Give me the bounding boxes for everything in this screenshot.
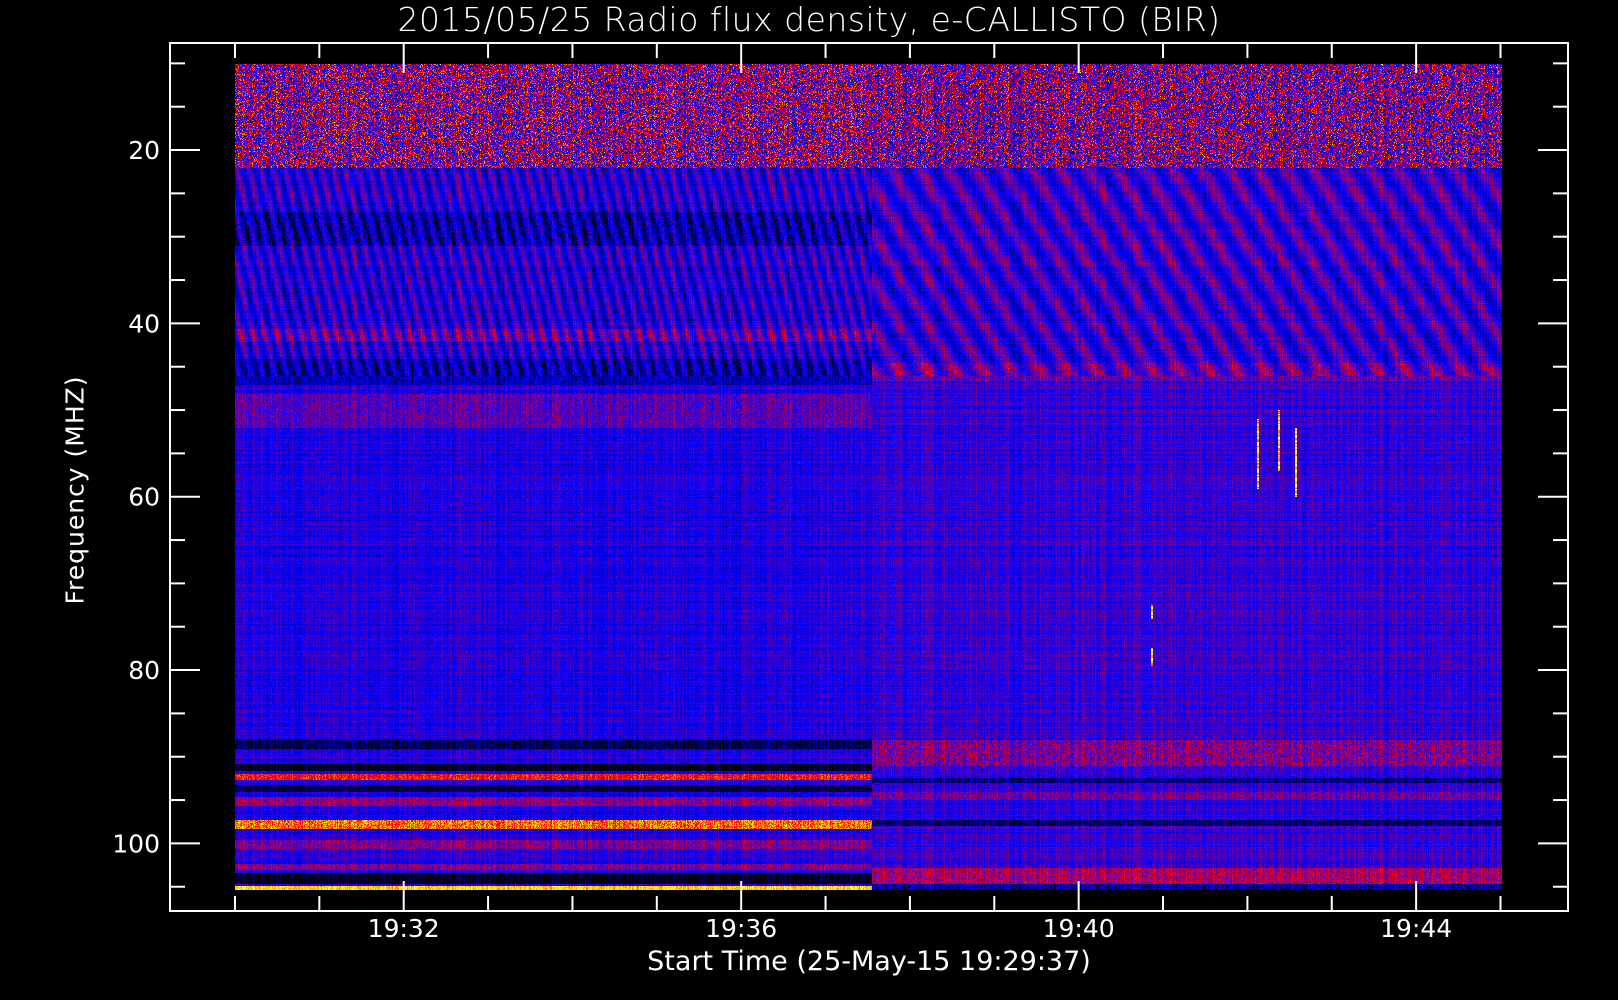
chart-axes: 19:32 19:36 19:40 19:44 20 40 60 80 100: [112, 42, 1569, 943]
x-axis-label: Start Time (25-May-15 19:29:37): [647, 946, 1091, 977]
x-tick-label: 19:36: [705, 914, 777, 943]
x-tick-label: 19:32: [368, 914, 440, 943]
plot-frame: [169, 42, 1569, 912]
y-tick-label: 40: [128, 309, 160, 338]
y-tick-label: 100: [112, 829, 160, 858]
x-tick-label: 19:44: [1380, 914, 1452, 943]
x-tick-label: 19:40: [1043, 914, 1115, 943]
y-tick-label: 20: [128, 136, 160, 165]
y-tick-label: 60: [128, 483, 160, 512]
y-axis-label: Frequency (MHZ): [60, 375, 90, 605]
y-tick-label: 80: [128, 656, 160, 685]
